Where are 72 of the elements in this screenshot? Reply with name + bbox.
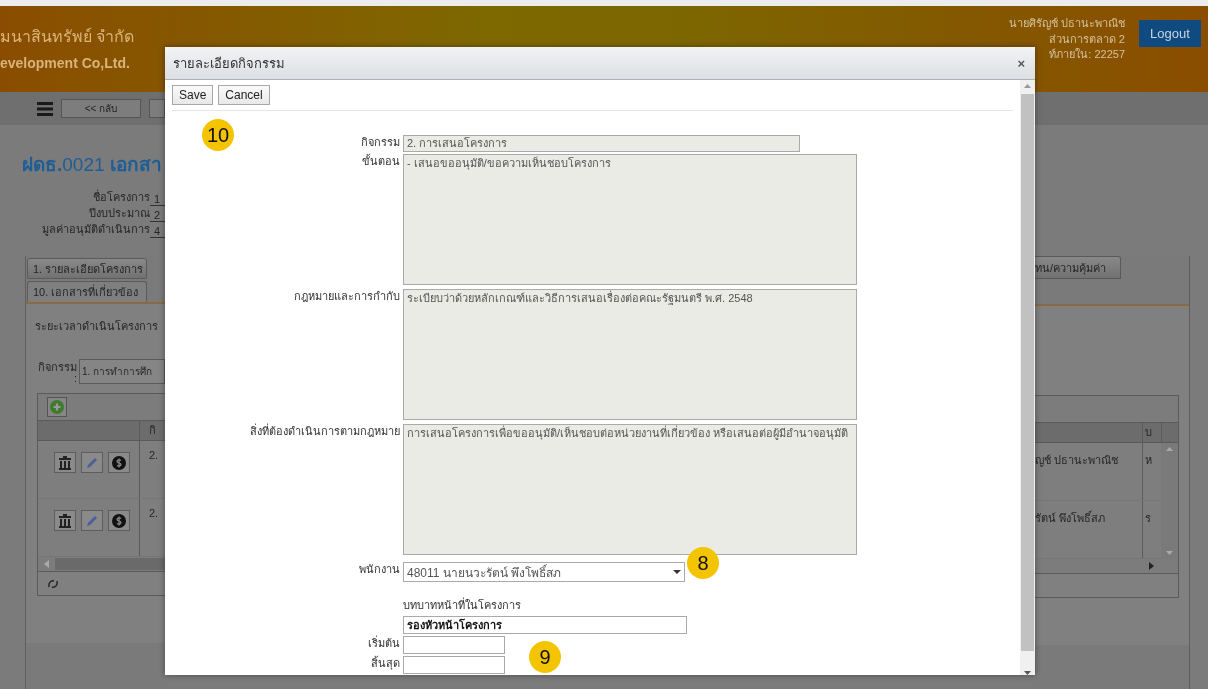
field-label: สิ่งที่ต้องดำเนินการตามกฎหมาย [250, 425, 400, 437]
scroll-up-icon[interactable] [1166, 447, 1173, 451]
field-label: กฎหมายและการกำกับ [294, 290, 400, 302]
step-number-badge: 9 [529, 641, 561, 673]
tab[interactable]: 10. เอกสารที่เกี่ยวข้อง [27, 281, 147, 302]
pencil-icon [85, 455, 99, 470]
budget-button[interactable] [108, 452, 130, 473]
scroll-left-icon[interactable] [44, 560, 49, 568]
delete-button[interactable] [54, 452, 76, 473]
field-label: ขั้นตอน [362, 155, 400, 167]
section-label: ระยะเวลาดำเนินโครงการ [35, 319, 159, 334]
back-button[interactable]: << กลับ [61, 99, 141, 118]
field-label: ชื่อโครงการ [92, 188, 150, 205]
toolbar-button[interactable] [149, 99, 165, 118]
close-button[interactable]: × [1015, 55, 1027, 71]
field-label: สิ้นสุด [371, 657, 400, 669]
step-number-badge: 8 [687, 547, 719, 579]
budget-button[interactable] [108, 510, 130, 531]
dropdown-caret-icon [673, 570, 681, 574]
edit-button[interactable] [81, 510, 103, 531]
field-label: เริ่มต้น [368, 637, 400, 649]
field-label: บทบาทหน้าที่ในโครงการ [403, 596, 522, 613]
filter-colon: : [73, 373, 77, 384]
add-button[interactable] [47, 397, 67, 417]
trash-icon [58, 455, 72, 470]
field-label: พนักงาน [359, 563, 400, 575]
pencil-icon [85, 513, 99, 528]
date-field[interactable] [403, 636, 505, 654]
input-field[interactable]: รองหัวหน้าโครงการ [403, 616, 687, 634]
dollar-icon [112, 455, 126, 470]
delete-button[interactable] [54, 510, 76, 531]
trash-icon [58, 513, 72, 528]
date-field[interactable] [403, 656, 505, 674]
column-header: บ [1143, 423, 1162, 442]
company-name-english: evelopment Co,Ltd. [0, 55, 130, 71]
table-cell-text: ห [1144, 453, 1153, 468]
tab[interactable]: ทน/ความคุ้มค่า [1035, 256, 1121, 279]
text-area[interactable]: ระเบียบว่าด้วยหลักเกณฑ์และวิธีการเสนอเรื่องต่อคณะรัฐมนตรี พ.ศ. 2548 [403, 289, 857, 420]
scrollbar[interactable] [1161, 443, 1178, 559]
column-header: กิ [148, 423, 156, 438]
edit-button[interactable] [81, 452, 103, 473]
refresh-icon[interactable] [47, 578, 59, 589]
menu-icon[interactable] [37, 101, 53, 116]
logout-button[interactable]: Logout [1139, 20, 1201, 47]
scroll-up-icon[interactable] [1024, 84, 1031, 88]
text-area[interactable]: การเสนอโครงการเพื่อขออนุมัติ/เห็นชอบต่อหน่วยงานที่เกี่ยวข้อง หรือเสนอต่อผู้มีอำนาจอนุมัติ [403, 424, 857, 555]
input-field[interactable]: 2. การเสนอโครงการ [403, 135, 800, 152]
user-name: นายศิรัญช์ ปธานะพาณิช [1008, 16, 1125, 32]
table-cell-text: 2. [148, 448, 159, 463]
field-label: กิจกรรม [361, 136, 400, 148]
company-name: มนาสินทรัพย์ จำกัด [0, 26, 135, 47]
dollar-icon [112, 513, 126, 528]
cancel-button[interactable]: Cancel [218, 85, 270, 105]
user-phone: ท์ภายใน: 22257 [1048, 47, 1125, 62]
user-department: ส่วนการตลาด 2 [1047, 31, 1125, 47]
save-button[interactable]: Save [172, 85, 214, 105]
scrollbar[interactable] [1020, 80, 1035, 675]
tab[interactable]: 1. รายละเอียดโครงการ [27, 258, 147, 279]
table-cell-text: ร [1144, 511, 1152, 526]
dialog-title: รายละเอียดกิจกรรม [173, 54, 285, 73]
plus-icon [50, 400, 64, 414]
employee-select[interactable]: 48011 นายนวะรัตน์ พึงโพธิ์สภ [403, 562, 685, 582]
scroll-down-icon[interactable] [1024, 671, 1031, 675]
field-label: ปีงบประมาณ [88, 206, 150, 221]
page-title: ฝดธ.0021 เอกสา [22, 153, 163, 177]
text-area[interactable]: - เสนอขออนุมัติ/ขอความเห็นชอบโครงการ [403, 154, 857, 285]
table-cell-text: 2. [148, 506, 159, 521]
filter-label: กิจกรรม [38, 362, 77, 373]
step-number-badge: 10 [202, 119, 234, 151]
field-label: มูลค่าอนุมัติดำเนินการ [41, 222, 150, 238]
activity-select[interactable]: 1. การทำการศึก [79, 359, 165, 384]
scroll-right-icon[interactable] [1149, 562, 1154, 570]
